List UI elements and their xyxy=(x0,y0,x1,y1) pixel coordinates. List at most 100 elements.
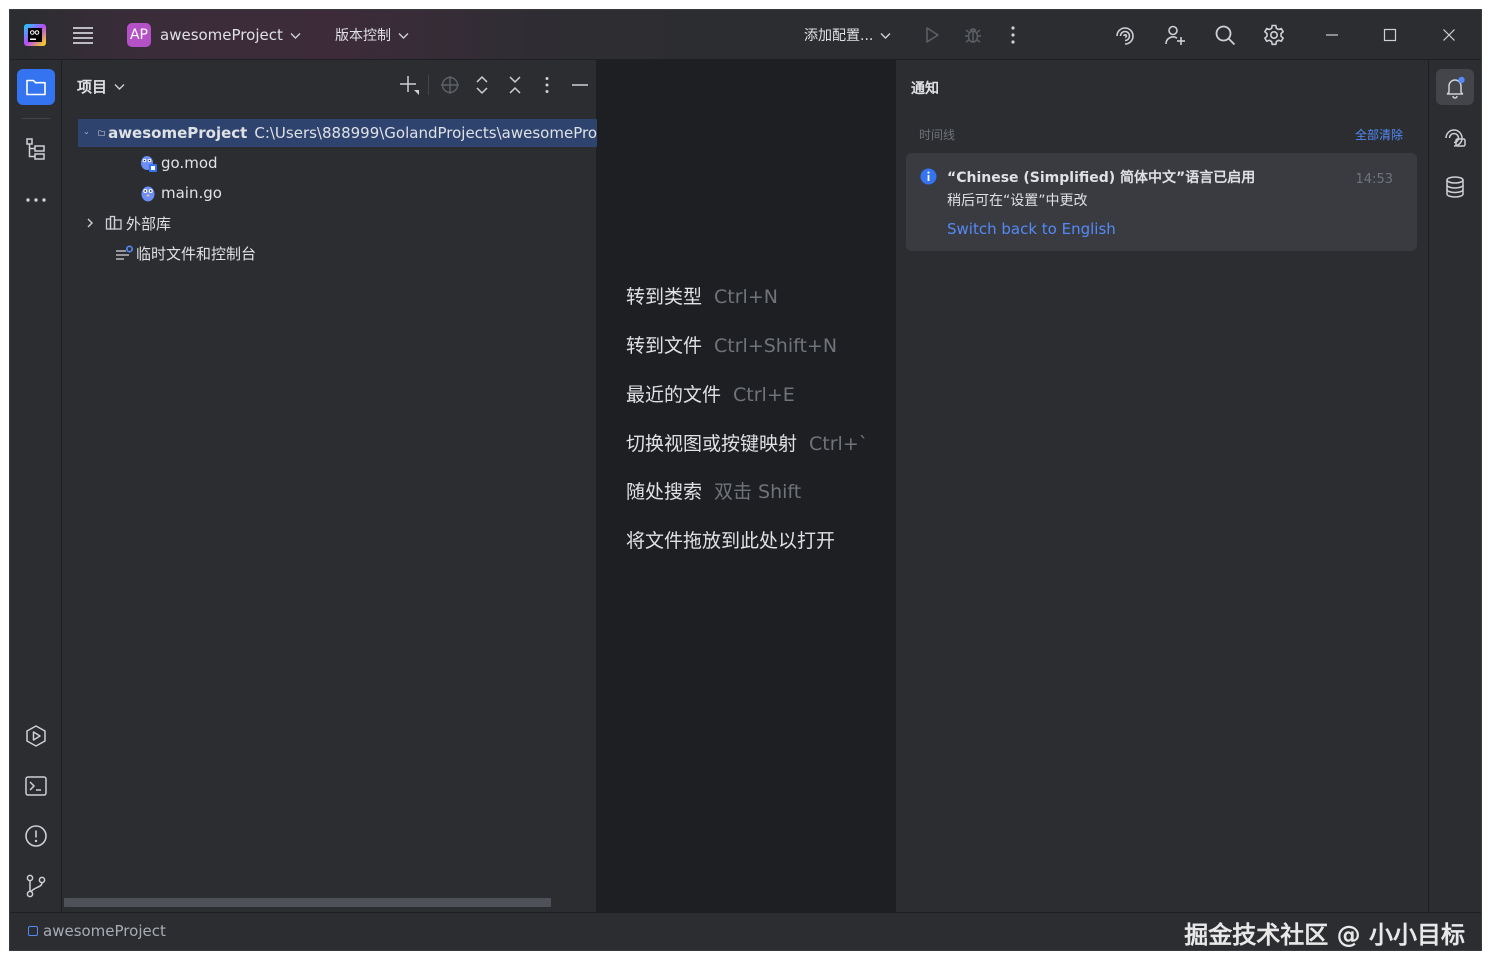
chevron-down-icon xyxy=(880,32,891,39)
tree-row-scratches[interactable]: 临时文件和控制台 xyxy=(115,239,256,267)
vcs-menu[interactable]: 版本控制 xyxy=(335,10,410,60)
hint-shortcut: 双击 Shift xyxy=(714,481,802,503)
database-tool-button[interactable] xyxy=(1436,169,1474,205)
locate-icon[interactable] xyxy=(438,73,462,97)
project-panel-title[interactable]: 项目 xyxy=(77,76,126,97)
scratches-label: 临时文件和控制台 xyxy=(136,244,257,263)
library-icon xyxy=(105,215,122,230)
project-tool-button[interactable] xyxy=(17,69,55,105)
tree-row-external-libraries[interactable]: 外部库 xyxy=(78,209,171,237)
goland-logo[interactable] xyxy=(24,24,46,46)
editor-empty-state: 转到类型 Ctrl+N 转到文件 Ctrl+Shift+N 最近的文件 Ctrl+E … xyxy=(597,60,895,912)
problems-icon xyxy=(25,825,47,847)
left-tool-strip xyxy=(10,60,62,912)
project-badge: AP xyxy=(127,23,151,47)
gear-icon[interactable] xyxy=(1262,10,1286,60)
notification-card[interactable]: “Chinese (Simplified) 简体中文”语言已启用 稍后可在“设置… xyxy=(906,153,1417,251)
hint-label: 转到类型 xyxy=(626,286,703,308)
tree-row-go-mod[interactable]: go.mod xyxy=(138,149,218,177)
project-name: awesomeProject xyxy=(160,26,283,44)
breadcrumb-project: awesomeProject xyxy=(43,922,166,940)
notification-heading: “Chinese (Simplified) 简体中文”语言已启用 xyxy=(947,170,1256,186)
notifications-tool-button[interactable] xyxy=(1436,69,1474,105)
project-root-path: C:\Users\888999\GolandProjects\awesomePr… xyxy=(254,124,597,142)
chevron-down-icon[interactable] xyxy=(84,127,89,139)
chevron-down-icon xyxy=(290,32,301,39)
services-icon xyxy=(26,725,46,747)
terminal-tool-button[interactable] xyxy=(17,768,55,804)
hint-goto-class: 转到类型 Ctrl+N xyxy=(626,282,778,309)
expand-all-icon[interactable] xyxy=(470,73,494,97)
strip-divider xyxy=(22,118,50,119)
project-panel-title-label: 项目 xyxy=(77,78,108,96)
hint-shortcut: Ctrl+N xyxy=(714,286,778,308)
folder-icon xyxy=(26,79,46,96)
timeline-label: 时间线 xyxy=(919,128,956,142)
hamburger-menu-icon[interactable] xyxy=(72,10,94,60)
title-bar: AP awesomeProject 版本控制 添加配置... xyxy=(10,10,1481,60)
database-icon xyxy=(1446,176,1464,198)
external-libraries-label: 外部库 xyxy=(126,214,172,233)
ai-assistant-icon[interactable] xyxy=(1113,10,1137,60)
hint-label: 将文件拖放到此处以打开 xyxy=(626,530,836,552)
hint-shortcut: Ctrl+` xyxy=(809,433,869,455)
more-vertical-icon[interactable] xyxy=(535,73,559,97)
hint-label: 转到文件 xyxy=(626,335,703,357)
notification-subtext: 稍后可在“设置”中更改 xyxy=(947,193,1088,209)
debug-icon[interactable] xyxy=(962,10,984,60)
gopher-module-icon xyxy=(141,156,157,172)
watermark: 掘金技术社区 @ 小小目标 xyxy=(1184,921,1465,949)
notification-time: 14:53 xyxy=(1355,172,1393,187)
git-tool-button[interactable] xyxy=(17,868,55,904)
ide-window: AP awesomeProject 版本控制 添加配置... 项目 awesom… xyxy=(10,10,1481,950)
switch-back-link[interactable]: Switch back to English xyxy=(947,220,1116,238)
minimize-icon[interactable] xyxy=(1323,10,1341,60)
more-vertical-icon[interactable] xyxy=(1006,10,1020,60)
add-config-label: 添加配置... xyxy=(804,28,874,44)
add-user-icon[interactable] xyxy=(1163,10,1187,60)
run-icon[interactable] xyxy=(921,10,943,60)
hint-search-everywhere: 随处搜索 双击 Shift xyxy=(626,477,801,504)
status-bar: awesomeProject 掘金技术社区 @ 小小目标 xyxy=(10,912,1481,950)
folder-icon xyxy=(98,130,105,136)
services-tool-button[interactable] xyxy=(17,718,55,754)
breadcrumb[interactable]: awesomeProject xyxy=(28,922,166,940)
notifications-title: 通知 xyxy=(911,81,939,97)
hint-label: 切换视图或按键映射 xyxy=(626,433,798,455)
hint-shortcut: Ctrl+Shift+N xyxy=(714,335,838,357)
hint-goto-file: 转到文件 Ctrl+Shift+N xyxy=(626,331,837,358)
hide-panel-icon[interactable] xyxy=(568,73,592,97)
file-name: main.go xyxy=(161,184,222,202)
project-root-name: awesomeProject xyxy=(108,124,248,142)
ai-chat-tool-button[interactable] xyxy=(1436,119,1474,155)
notifications-panel: 通知 时间线 全部清除 “Chinese (Simplified) 简体中文”语… xyxy=(895,60,1429,912)
new-file-icon[interactable] xyxy=(397,73,421,97)
tree-row-main-go[interactable]: main.go xyxy=(138,179,222,207)
scratches-console-icon xyxy=(116,245,133,260)
project-switcher[interactable]: AP awesomeProject xyxy=(127,10,302,60)
info-icon xyxy=(920,168,937,185)
hint-drop-files: 将文件拖放到此处以打开 xyxy=(626,526,835,553)
ai-chat-icon xyxy=(1445,129,1466,147)
problems-tool-button[interactable] xyxy=(17,818,55,854)
run-config-dropdown[interactable]: 添加配置... xyxy=(804,10,892,60)
clear-all-link[interactable]: 全部清除 xyxy=(1355,126,1403,143)
tree-row-project-root[interactable]: awesomeProject C:\Users\888999\GolandPro… xyxy=(78,119,597,147)
bell-icon xyxy=(1446,76,1465,99)
close-icon[interactable] xyxy=(1440,10,1458,60)
structure-tool-button[interactable] xyxy=(17,131,55,167)
chevron-down-icon xyxy=(398,32,409,39)
maximize-icon[interactable] xyxy=(1381,10,1399,60)
hint-shortcut: Ctrl+E xyxy=(733,384,795,406)
toolbar-divider xyxy=(428,75,429,95)
hint-label: 最近的文件 xyxy=(626,384,722,406)
collapse-all-icon[interactable] xyxy=(503,73,527,97)
hint-switch-view: 切换视图或按键映射 Ctrl+` xyxy=(626,429,868,456)
file-name: go.mod xyxy=(161,154,218,172)
more-tools-button[interactable] xyxy=(17,182,55,218)
module-icon xyxy=(28,926,38,936)
right-tool-strip xyxy=(1429,60,1481,912)
search-icon[interactable] xyxy=(1213,10,1237,60)
chevron-right-icon[interactable] xyxy=(84,217,96,229)
horizontal-scrollbar[interactable] xyxy=(64,898,551,907)
